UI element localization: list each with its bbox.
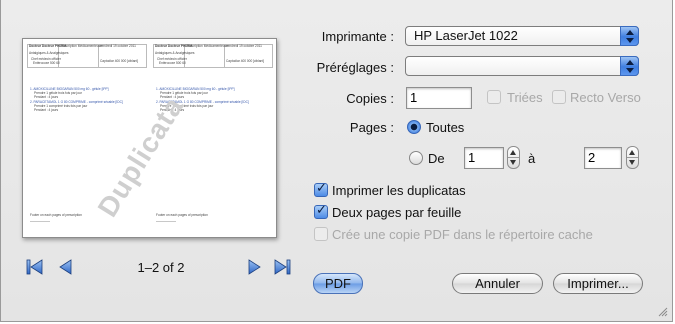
page-footer: Footer on each pages of prescription xyxy=(156,213,208,217)
collated-label: Triées xyxy=(507,90,543,105)
pages-from-label: De xyxy=(428,151,445,166)
prescription-item-duration: Pendant : 4 jours xyxy=(34,108,59,112)
document-date: vendredi 19 octobre 2011 xyxy=(226,44,262,48)
pages-from-field[interactable]: 1 xyxy=(464,147,504,169)
presets-label: Préréglages : xyxy=(316,60,394,75)
last-page-icon[interactable] xyxy=(273,258,291,276)
chevron-updown-icon xyxy=(620,26,639,46)
pages-all-label: Toutes xyxy=(426,120,465,135)
two-per-sheet-label: Deux pages par feuille xyxy=(332,205,462,220)
print-preview: Docteur Docteur PHLEM Prescription Médic… xyxy=(22,38,277,238)
pages-to-field[interactable]: 2 xyxy=(584,147,622,169)
page-footer: Footer on each pages of prescription xyxy=(30,213,82,217)
doctor-address: Entérocoxe 500 60 xyxy=(159,61,186,65)
pdf-button[interactable]: PDF xyxy=(313,273,363,294)
patient-info: Captodiar 400 000 [ciblant] xyxy=(100,59,139,63)
printer-select[interactable]: HP LaserJet 1022 xyxy=(405,26,639,46)
pdf-cache-checkbox[interactable] xyxy=(314,227,328,241)
pages-range-radio[interactable] xyxy=(409,151,423,165)
chevron-updown-icon xyxy=(620,56,639,76)
next-page-icon[interactable] xyxy=(245,258,263,276)
printer-label: Imprimante : xyxy=(321,29,394,44)
printer-select-value: HP LaserJet 1022 xyxy=(414,28,518,43)
pdf-cache-label: Crée une copie PDF dans le répertoire ca… xyxy=(332,227,593,242)
pages-to-label: à xyxy=(528,151,536,166)
document-title: Prescription Médicamenteuse xyxy=(186,44,228,48)
print-button[interactable]: Imprimer... xyxy=(553,273,643,294)
copies-field[interactable]: 1 xyxy=(406,87,472,109)
page-indicator: 1–2 of 2 xyxy=(137,260,185,275)
pages-from-stepper[interactable] xyxy=(507,146,520,169)
previous-page-icon[interactable] xyxy=(57,258,75,276)
print-dialog: Docteur Docteur PHLEM Prescription Médic… xyxy=(0,0,673,322)
patient-info: Captodiar 400 000 [ciblant] xyxy=(226,59,265,63)
collated-checkbox[interactable] xyxy=(487,90,501,104)
pages-label: Pages : xyxy=(349,120,394,135)
copies-label: Copies : xyxy=(346,91,394,106)
doctor-address: Entérocoxe 500 60 xyxy=(33,61,60,65)
doctor-specialty: Antalgiques & Analgésiques xyxy=(29,51,69,55)
footer-rule xyxy=(30,221,50,222)
doctor-specialty: Antalgiques & Analgésiques xyxy=(155,51,195,55)
cancel-button[interactable]: Annuler xyxy=(452,273,543,294)
two-per-sheet-checkbox[interactable] xyxy=(314,203,328,219)
print-duplicates-checkbox[interactable] xyxy=(314,181,328,197)
duplex-label: Recto Verso xyxy=(570,90,641,105)
footer-rule xyxy=(156,221,176,222)
pages-all-radio[interactable] xyxy=(407,120,421,134)
presets-select[interactable] xyxy=(405,56,639,76)
resize-grip-icon[interactable] xyxy=(656,305,668,317)
duplex-checkbox[interactable] xyxy=(552,90,566,104)
document-date: vendredi 19 octobre 2011 xyxy=(100,44,136,48)
print-duplicates-label: Imprimer les duplicatas xyxy=(332,183,466,198)
pages-to-stepper[interactable] xyxy=(626,146,639,169)
first-page-icon[interactable] xyxy=(26,258,44,276)
document-title: Prescription Médicamenteuse xyxy=(60,44,102,48)
